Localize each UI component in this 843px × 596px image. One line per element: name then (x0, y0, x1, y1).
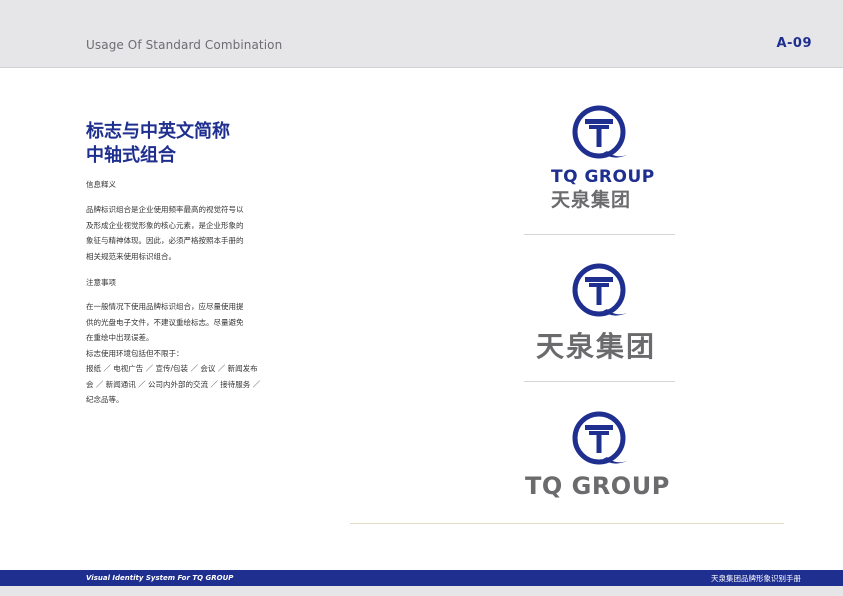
tq-emblem-logo-3 (569, 409, 629, 469)
divider (350, 523, 784, 524)
footer-strip (0, 586, 843, 596)
section2-paragraph: 在一般情况下使用品牌标识组合，应尽量使用提 供的光盘电子文件，不建议重绘标志。尽… (86, 299, 261, 408)
paragraph-line: 标志使用环境包括但不限于： (86, 348, 184, 358)
divider (524, 234, 675, 235)
section-title-line2: 中轴式组合 (86, 145, 176, 166)
paragraph-line: 报纸 ／ 电视广告 ／ 宣传/包装 ／ 会议 ／ 新闻发布 (86, 364, 258, 373)
cn-logotype: 天泉集团 (536, 330, 657, 363)
en-logotype: TQ GROUP (525, 472, 670, 500)
tq-emblem-logo-1 (569, 103, 629, 163)
section-title: 标志与中英文简称 中轴式组合 (86, 120, 230, 168)
en-logotype: TQ GROUP (551, 167, 655, 187)
section1-label: 信息释义 (86, 180, 116, 189)
tq-emblem-logo-2 (569, 261, 629, 321)
footer-right-text: 天泉集团品牌形象识别手册 (711, 574, 801, 583)
page-header: Usage Of Standard Combination A-09 (0, 0, 843, 68)
paragraph-line: 象征与精神体现。因此，必须严格按照本手册的 (86, 236, 244, 245)
paragraph-line: 供的光盘电子文件，不建议重绘标志。尽量避免 (86, 317, 244, 327)
paragraph-line: 品牌标识组合是企业使用频率最高的视觉符号以 (86, 205, 244, 214)
section-title-line1: 标志与中英文简称 (86, 121, 230, 142)
cn-logotype: 天泉集团 (551, 189, 632, 211)
paragraph-line: 相关规范来使用标识组合。 (86, 251, 176, 261)
header-title: Usage Of Standard Combination (86, 38, 283, 52)
paragraph-line: 在重绘中出现误差。 (86, 333, 154, 342)
paragraph-line: 纪念品等。 (86, 395, 124, 404)
paragraph-line: 会 ／ 新闻通讯 ／ 公司内外部的交流 ／ 接待服务 ／ (86, 379, 261, 389)
divider (524, 381, 675, 382)
section2-label: 注意事项 (86, 278, 116, 287)
footer-left-text: Visual Identity System For TQ GROUP (86, 574, 234, 582)
paragraph-line: 及形成企业视觉形象的核心元素，是企业形象的 (86, 220, 244, 230)
page-number: A-09 (776, 36, 812, 51)
tq-emblem-icon (572, 105, 627, 159)
tq-emblem-icon (572, 263, 627, 317)
tq-emblem-icon (572, 411, 627, 465)
section1-paragraph: 品牌标识组合是企业使用频率最高的视觉符号以 及形成企业视觉形象的核心元素，是企业… (86, 202, 261, 264)
paragraph-line: 在一般情况下使用品牌标识组合，应尽量使用提 (86, 302, 244, 311)
